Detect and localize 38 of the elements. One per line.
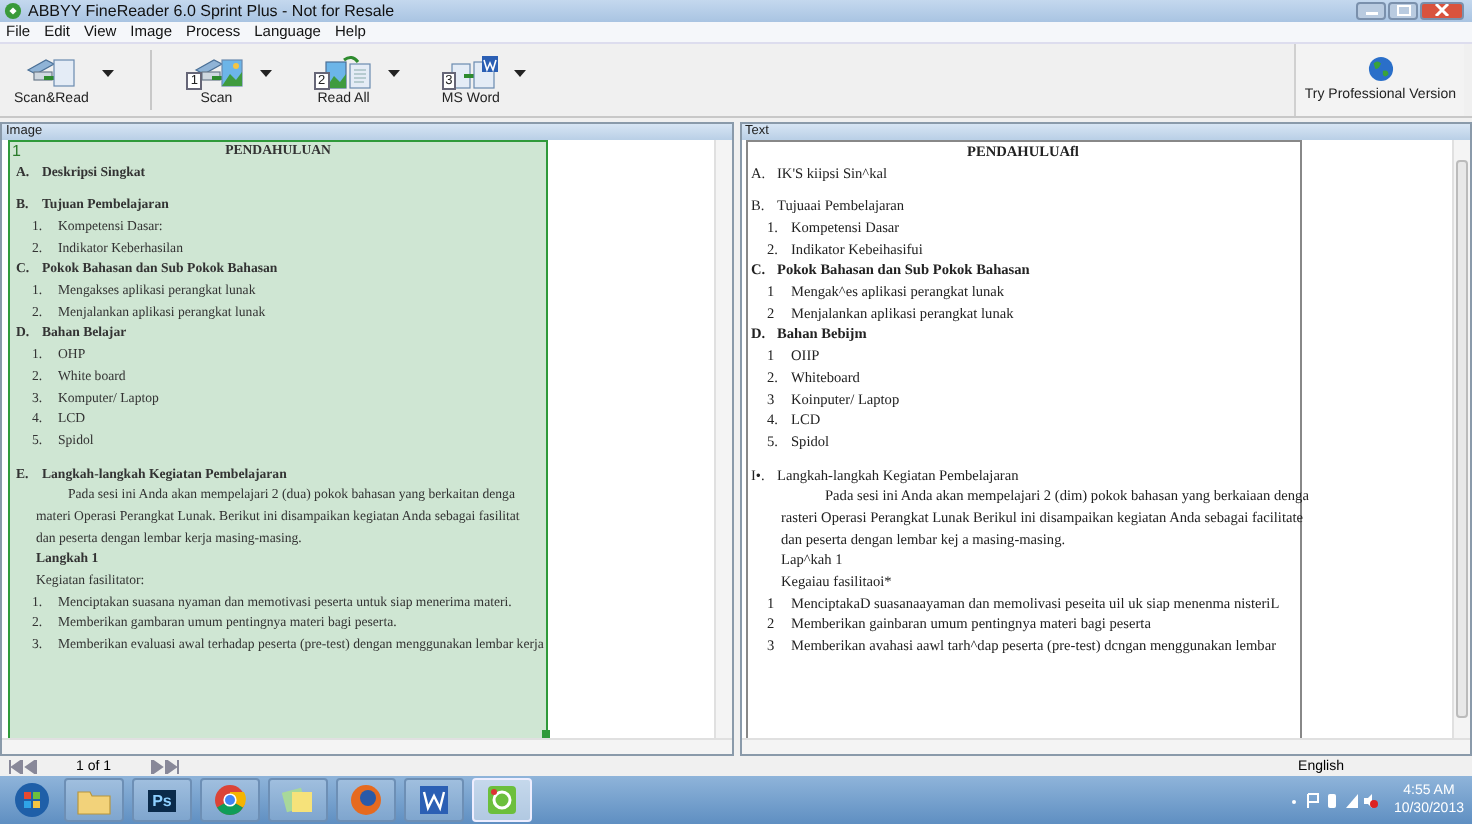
close-button[interactable]: [1420, 1, 1464, 20]
photoshop-label: Ps: [148, 789, 176, 812]
document-icon: [321, 53, 374, 90]
block-number: 1: [12, 141, 21, 160]
word-icon: [418, 784, 450, 817]
dropdown-caret-icon[interactable]: [514, 69, 527, 78]
taskbar-app-button[interactable]: [404, 778, 464, 823]
globe-icon: [1367, 56, 1394, 83]
vertical-scrollbar[interactable]: [713, 139, 731, 739]
word-document-icon: [448, 53, 501, 90]
horizontal-scrollbar[interactable]: [741, 738, 1470, 755]
scanner-icon: [193, 53, 246, 90]
dropdown-caret-icon[interactable]: [259, 69, 272, 78]
restore-icon: [1395, 4, 1411, 17]
horizontal-scrollbar[interactable]: [2, 738, 731, 755]
scanner-icon: [25, 53, 78, 90]
firefox-icon: [350, 784, 382, 817]
window-title: ABBYY FineReader 6.0 Sprint Plus - Not for Resale: [28, 1, 395, 20]
recognition-block[interactable]: [8, 139, 548, 739]
taskbar-app-button[interactable]: [268, 778, 328, 823]
system-tray-icons[interactable]: [1289, 791, 1378, 810]
start-orb-icon: [14, 782, 50, 819]
dropdown-caret-icon[interactable]: [102, 69, 115, 78]
taskbar-app-button[interactable]: [200, 778, 260, 823]
minimize-button[interactable]: [1356, 1, 1386, 20]
sticky-notes-icon: [282, 784, 314, 817]
next-last-page-icon[interactable]: [147, 759, 180, 774]
maximize-button[interactable]: [1388, 1, 1418, 20]
taskbar-app-button[interactable]: Ps: [132, 778, 192, 823]
first-previous-page-icon[interactable]: [8, 759, 40, 774]
close-icon: [1434, 4, 1450, 17]
folder-icon: [76, 785, 112, 816]
resize-handle[interactable]: [542, 730, 550, 739]
finereader-icon: [486, 784, 518, 817]
vertical-scrollbar[interactable]: [1452, 139, 1470, 739]
dropdown-caret-icon[interactable]: [387, 69, 400, 78]
taskbar-app-button[interactable]: [336, 778, 396, 823]
chrome-icon: [214, 784, 246, 817]
